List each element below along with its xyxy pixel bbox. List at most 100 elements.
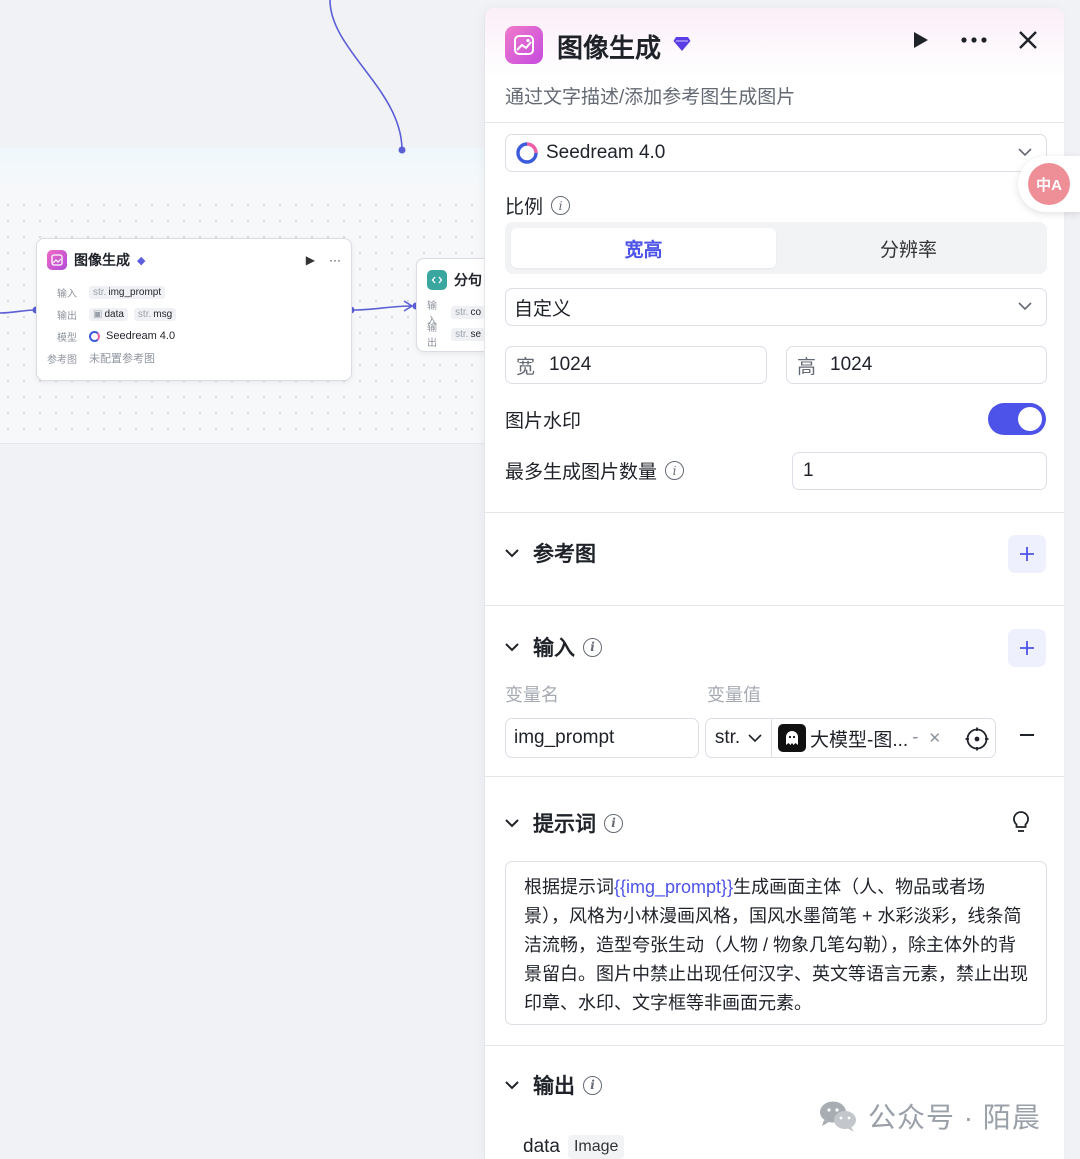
prompt-textarea[interactable]: 根据提示词{{img_prompt}}生成画面主体（人、物品或者场景），风格为小… bbox=[505, 861, 1047, 1025]
prompt-title: 提示词 bbox=[533, 813, 596, 836]
output-section-header[interactable]: 输出 i bbox=[505, 1070, 602, 1100]
remove-input-button[interactable] bbox=[1020, 734, 1034, 736]
add-input-button[interactable] bbox=[1008, 629, 1046, 667]
node-header: 图像生成 ◆ ▶ ··· bbox=[37, 239, 351, 281]
section-divider bbox=[485, 605, 1064, 606]
output-title: 输出 bbox=[533, 1075, 575, 1098]
translate-icon: 中A bbox=[1028, 163, 1070, 205]
var-reference-text: 大模型-图... bbox=[810, 729, 909, 751]
chevron-down-icon bbox=[505, 643, 519, 652]
var-type-value: str. bbox=[714, 727, 741, 748]
node-ref-value: 未配置参考图 bbox=[89, 353, 155, 365]
width-prefix: 宽 bbox=[516, 356, 536, 378]
height-input[interactable]: 高 1024 bbox=[786, 346, 1047, 384]
chip-value: co bbox=[470, 306, 481, 318]
section-divider bbox=[485, 1045, 1064, 1046]
image-icon: ▣ bbox=[93, 308, 103, 320]
plus-icon bbox=[1020, 547, 1034, 561]
chevron-down-icon bbox=[505, 1081, 519, 1090]
wechat-icon bbox=[820, 1101, 856, 1132]
node-input-row: 输入 str. img_prompt bbox=[37, 281, 351, 303]
chip-value: se bbox=[470, 328, 481, 340]
info-icon[interactable]: i bbox=[665, 461, 685, 480]
reference-title: 参考图 bbox=[533, 543, 596, 566]
node-model-label: 模型 bbox=[57, 332, 77, 344]
watermark-toggle[interactable] bbox=[988, 403, 1046, 435]
width-input[interactable]: 宽 1024 bbox=[505, 346, 767, 384]
node-config-panel: 图像生成 通过文字描述/添加参考图生成图片 Seedream 4.0 比例 i … bbox=[484, 8, 1064, 1159]
chevron-down-icon bbox=[1018, 302, 1032, 311]
workflow-canvas[interactable]: 图像生成 ◆ ▶ ··· 输入 str. img_prompt 输出 ▣ data … bbox=[0, 0, 496, 1159]
panel-header: 图像生成 通过文字描述/添加参考图生成图片 bbox=[485, 8, 1064, 123]
seedream-logo-icon bbox=[89, 330, 100, 342]
node-output-row: 输出 ▣ data str. msg bbox=[37, 303, 351, 325]
chevron-down-icon bbox=[1018, 148, 1032, 157]
info-icon[interactable]: i bbox=[551, 196, 571, 215]
ratio-label-row: 比例 i bbox=[505, 192, 571, 219]
wire-top-port bbox=[398, 146, 406, 154]
var-name-value: img_prompt bbox=[514, 727, 615, 748]
var-name-input[interactable]: img_prompt bbox=[505, 718, 699, 758]
image-icon bbox=[47, 250, 67, 270]
height-prefix: 高 bbox=[797, 356, 817, 378]
input-title: 输入 bbox=[533, 637, 575, 660]
node-model-row: 模型 Seedream 4.0 bbox=[37, 325, 351, 347]
premium-gem-icon: ◆ bbox=[137, 254, 146, 267]
height-value: 1024 bbox=[830, 354, 873, 375]
var-reference[interactable]: 大模型-图... - ✕ bbox=[772, 724, 941, 752]
split-input-chip: str. co bbox=[451, 305, 485, 319]
run-play-icon[interactable] bbox=[910, 30, 930, 50]
wire-left-in bbox=[0, 309, 37, 314]
prompt-section-header[interactable]: 提示词 i bbox=[505, 808, 623, 838]
code-icon bbox=[427, 270, 447, 290]
output-row: data Image bbox=[523, 1135, 625, 1159]
more-icon[interactable]: ··· bbox=[329, 253, 341, 267]
plus-icon bbox=[1020, 641, 1034, 655]
info-icon[interactable]: i bbox=[583, 1075, 602, 1095]
prompt-text-post: 生成画面主体（人、物品或者场景），风格为小林漫画风格，国风水墨简笔 + 水彩淡彩… bbox=[524, 877, 1028, 1013]
var-value-field[interactable]: str. 大模型-图... - ✕ bbox=[705, 718, 996, 758]
var-type-select[interactable]: str. bbox=[706, 719, 772, 757]
output-type-tag: Image bbox=[567, 1135, 625, 1159]
model-value: Seedream 4.0 bbox=[546, 142, 666, 163]
max-count-label-row: 最多生成图片数量 i bbox=[505, 457, 685, 484]
node-ref-row: 参考图 未配置参考图 bbox=[37, 347, 351, 369]
tab-width-height[interactable]: 宽高 bbox=[511, 228, 776, 268]
info-icon[interactable]: i bbox=[583, 637, 602, 657]
node-title: 图像生成 bbox=[74, 252, 130, 268]
max-count-input[interactable]: 1 bbox=[792, 452, 1047, 490]
ratio-select[interactable]: 自定义 bbox=[505, 288, 1047, 326]
max-count-label: 最多生成图片数量 bbox=[505, 462, 658, 483]
more-icon[interactable] bbox=[960, 36, 988, 44]
chip-value: data bbox=[104, 308, 124, 320]
tab-resolution[interactable]: 分辨率 bbox=[776, 228, 1041, 268]
type-tag: str. bbox=[455, 328, 469, 340]
node-output-chip-data: ▣ data bbox=[89, 307, 128, 321]
chip-value: img_prompt bbox=[108, 286, 162, 298]
close-icon[interactable] bbox=[1018, 30, 1038, 50]
input-section-header[interactable]: 输入 i bbox=[505, 632, 602, 662]
chevron-down-icon bbox=[505, 819, 519, 828]
prompt-text-pre: 根据提示词 bbox=[524, 877, 614, 897]
split-output-label: 输出 bbox=[427, 323, 437, 349]
width-value: 1024 bbox=[549, 354, 592, 375]
node-input-chip: str. img_prompt bbox=[89, 285, 166, 299]
node-output-chip-msg: str. msg bbox=[133, 307, 177, 321]
reference-section-header[interactable]: 参考图 bbox=[505, 538, 596, 568]
chevron-down-icon bbox=[505, 549, 519, 558]
clear-icon[interactable]: ✕ bbox=[929, 729, 942, 747]
target-icon[interactable] bbox=[965, 727, 989, 751]
model-select[interactable]: Seedream 4.0 bbox=[505, 134, 1047, 172]
col-var-value: 变量值 bbox=[707, 685, 761, 705]
image-gen-node[interactable]: 图像生成 ◆ ▶ ··· 输入 str. img_prompt 输出 ▣ data … bbox=[36, 238, 352, 381]
info-icon[interactable]: i bbox=[604, 813, 623, 833]
section-divider bbox=[485, 776, 1064, 777]
lightbulb-icon[interactable] bbox=[1010, 810, 1032, 834]
seedream-logo-icon bbox=[516, 142, 538, 164]
type-tag: str. bbox=[137, 308, 152, 320]
translate-button[interactable]: 中A bbox=[1018, 156, 1080, 212]
add-reference-button[interactable] bbox=[1008, 535, 1046, 573]
chip-value: msg bbox=[153, 308, 173, 320]
image-gen-icon bbox=[505, 26, 543, 64]
play-icon[interactable]: ▶ bbox=[306, 253, 315, 267]
